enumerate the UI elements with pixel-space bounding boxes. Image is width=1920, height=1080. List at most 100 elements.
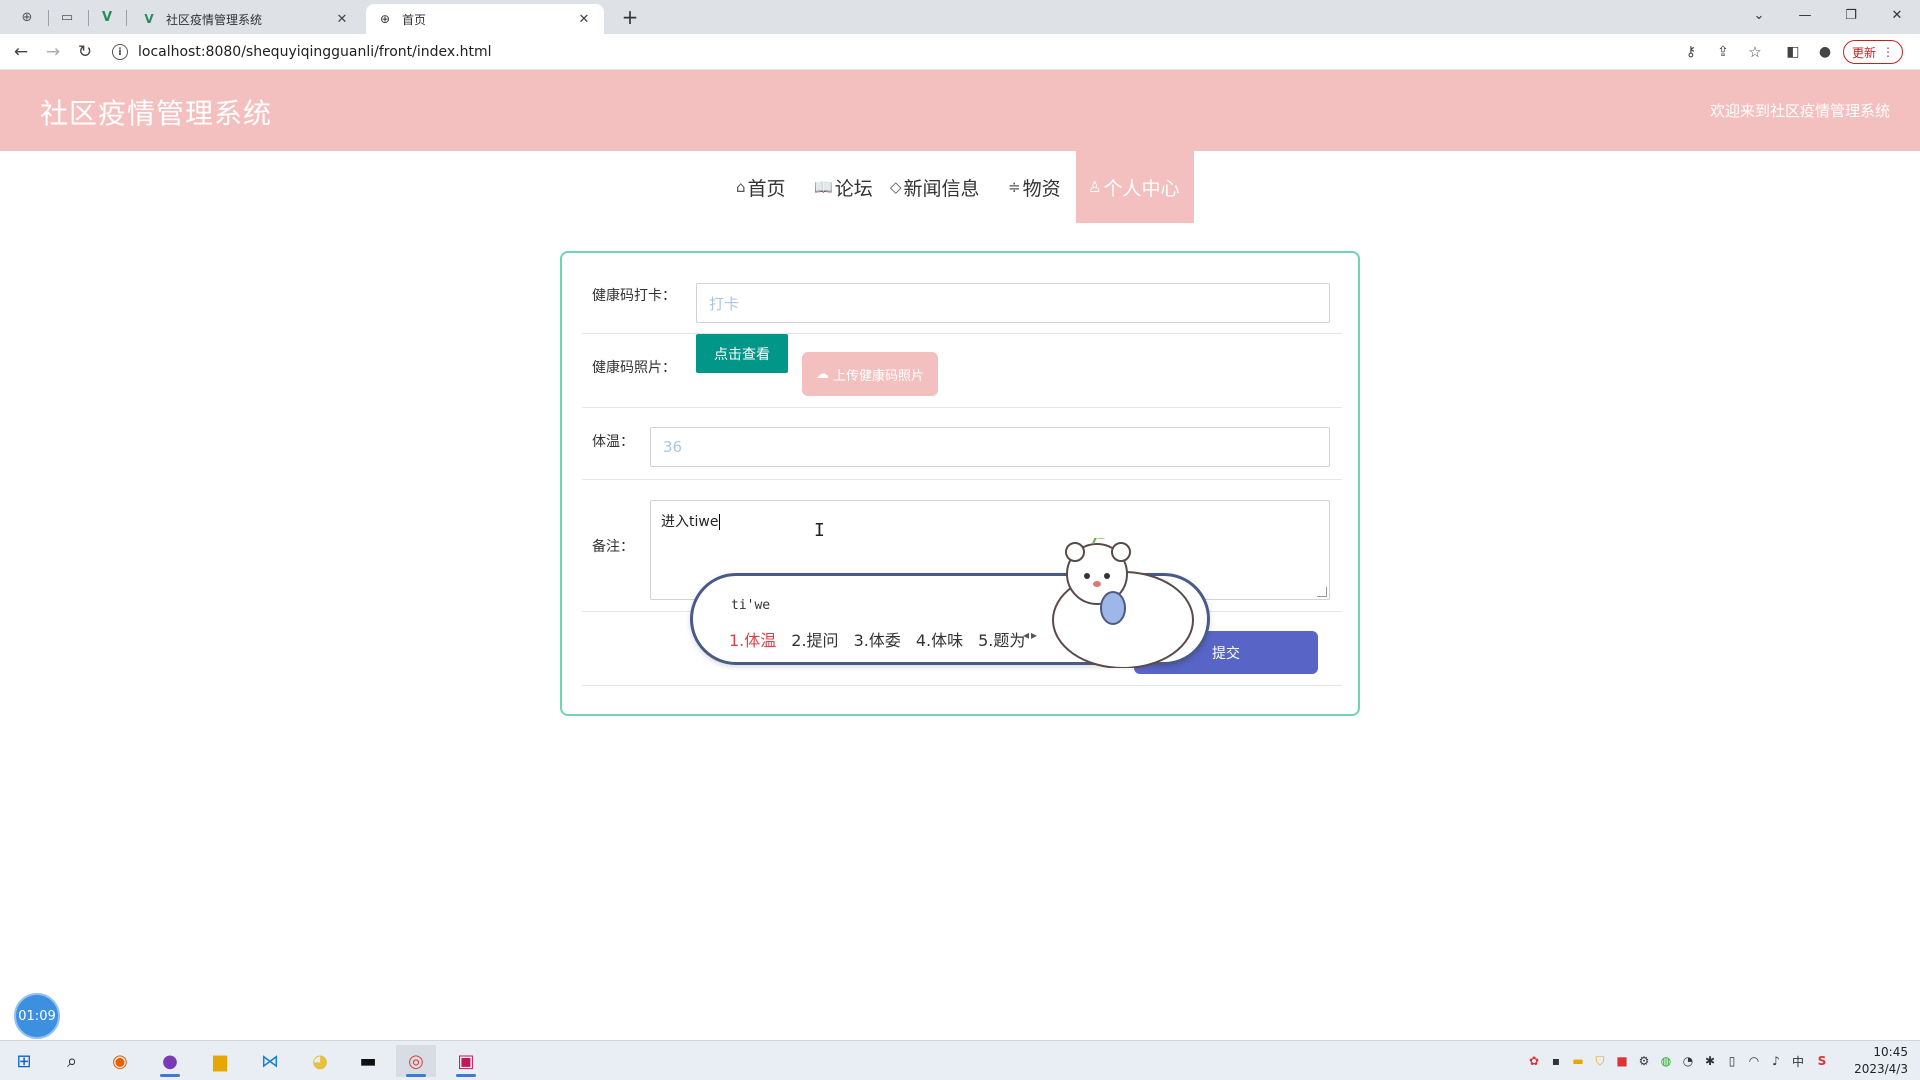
site-title: 社区疫情管理系统 [40,97,273,130]
form-row-photo: 健康码照片： 点击查看 ☁ 上传健康码照片 [582,334,1342,408]
form-row-temperature: 体温： 36 [582,408,1342,480]
photo-label: 健康码照片： [592,360,676,376]
pinned-tab-vue-icon[interactable]: V [94,6,120,28]
taskbar-clock[interactable]: 10:45 2023/4/3 [1854,1044,1908,1078]
minimize-icon[interactable]: — [1782,0,1828,30]
wifi-icon[interactable]: ◠ [1744,1051,1764,1071]
temperature-placeholder: 36 [663,438,683,456]
windows-taskbar: ⊞ ⌕ ◉ ● ▆ ⋈ ◕ ▬ ◎ ▣ ✿ ▪ ▬ ⛉ ■ ⚙ ◍ ◔ ✱ ▯ … [0,1040,1920,1080]
star-icon[interactable]: ☆ [1742,39,1768,65]
nav-item-home[interactable]: ⌂ 首页 [736,151,786,223]
checkin-placeholder: 打卡 [709,294,740,313]
sogou-ime-icon[interactable]: S [1812,1051,1832,1071]
more-icon: ⋮ [1882,45,1894,59]
back-icon[interactable]: ← [8,39,34,65]
ime-candidate[interactable]: 4.体味 [916,627,963,651]
tray-gear-icon[interactable]: ⚙ [1634,1051,1654,1071]
ime-candidate[interactable]: 2.提问 [791,627,838,651]
vscode-icon[interactable]: ⋈ [250,1045,290,1077]
floating-timer[interactable]: 01:09 [14,993,60,1039]
qq-icon[interactable]: ◔ [1678,1051,1698,1071]
key-icon[interactable]: ⚷ [1678,39,1704,65]
nav-label: 个人中心 [1103,177,1180,200]
globe-icon: ⊕ [379,12,391,26]
tray-red-app-icon[interactable]: ■ [1612,1051,1632,1071]
nav-item-news[interactable]: ◇ 新闻信息 [890,151,980,223]
profile-icon[interactable]: ● [1812,39,1838,65]
ime-composition: ti'we [731,598,771,613]
clock-date: 2023/4/3 [1854,1062,1908,1076]
file-explorer-icon[interactable]: ▆ [200,1045,240,1077]
chrome-icon[interactable]: ◎ [396,1045,436,1077]
user-icon: ♙ [1088,178,1102,196]
tray-folder-icon[interactable]: ▬ [1568,1051,1588,1071]
tray-bluetooth-icon[interactable]: ✱ [1700,1051,1720,1071]
text-cursor-icon: I [814,520,825,541]
ime-candidate[interactable]: 5.题为 [978,627,1025,651]
nav-label: 物资 [1022,177,1061,200]
tab-system[interactable]: V 社区疫情管理系统 ✕ [130,4,362,34]
sliders-icon: ≑ [1008,178,1021,196]
volume-icon[interactable]: ♪ [1766,1051,1786,1071]
search-icon[interactable]: ⌕ [52,1045,92,1077]
new-tab-button[interactable]: + [616,5,644,29]
firefox-icon[interactable]: ◉ [100,1045,140,1077]
tray-ide-icon[interactable]: ▪ [1546,1051,1566,1071]
side-panel-icon[interactable]: ◧ [1780,39,1806,65]
tab-home[interactable]: ⊕ 首页 ✕ [366,4,604,34]
intellij-icon[interactable]: ▣ [446,1045,486,1077]
note-label: 备注： [592,539,634,555]
nav-label: 新闻信息 [903,177,980,200]
note-value: 进入tiwe [661,514,719,530]
site-info-icon[interactable]: i [112,44,128,60]
ime-candidate[interactable]: 1.体温 [729,627,776,651]
ime-candidate-window: ti'we 1.体温 2.提问 3.体委 4.体味 5.题为 ◂▸ [690,538,1210,668]
pinned-tab-blank-icon[interactable]: ▭ [54,6,80,28]
share-icon[interactable]: ⇪ [1710,39,1736,65]
app-duck-icon[interactable]: ◕ [300,1045,340,1077]
nav-item-forum[interactable]: 📖 论坛 [814,151,873,223]
tab-title: 首页 [402,12,427,27]
tab-title: 社区疫情管理系统 [166,12,263,27]
welcome-text: 欢迎来到社区疫情管理系统 [1709,102,1890,120]
nav-label: 首页 [747,177,786,200]
restore-icon[interactable]: ❐ [1828,0,1874,30]
nav-item-supplies[interactable]: ≑ 物资 [1008,151,1061,223]
home-icon: ⌂ [736,178,746,196]
windows-start-icon[interactable]: ⊞ [4,1045,44,1077]
pinned-tab-globe-icon[interactable]: ⊕ [14,6,40,28]
update-button[interactable]: 更新 ⋮ [1843,40,1903,64]
upload-photo-button[interactable]: ☁ 上传健康码照片 [802,352,938,396]
close-icon[interactable]: ✕ [334,11,350,27]
checkin-input[interactable]: 打卡 [696,283,1330,323]
main-nav: ⌂ 首页 📖 论坛 ◇ 新闻信息 ≑ 物资 ♙ 个人中心 [0,151,1920,223]
terminal-icon[interactable]: ▬ [348,1045,388,1077]
cloud-upload-icon: ☁ [815,366,829,382]
address-bar[interactable]: i localhost:8080/shequyiqingguanli/front… [112,38,1752,66]
tab-search-icon[interactable]: ⌄ [1736,0,1782,30]
ime-language-indicator[interactable]: 中 [1788,1051,1808,1071]
ime-candidate[interactable]: 3.体委 [854,627,901,651]
temperature-input[interactable]: 36 [650,427,1330,467]
wechat-icon[interactable]: ◍ [1656,1051,1676,1071]
nav-label: 论坛 [834,177,873,200]
clock-time: 10:45 [1873,1045,1908,1059]
usb-icon[interactable]: ▯ [1722,1051,1742,1071]
window-close-icon[interactable]: ✕ [1874,0,1920,30]
ime-bear-mascot-icon [1052,538,1194,668]
tag-icon: ◇ [890,178,902,196]
app-purple-icon[interactable]: ● [150,1045,190,1077]
forward-icon[interactable]: → [40,39,66,65]
update-label: 更新 [1851,45,1876,60]
resize-handle[interactable] [1317,587,1327,597]
ime-candidate-list: 1.体温 2.提问 3.体委 4.体味 5.题为 [729,627,1025,651]
tray-app-icon[interactable]: ✿ [1524,1051,1544,1071]
tray-shield-icon[interactable]: ⛉ [1590,1051,1610,1071]
temperature-label: 体温： [592,434,634,450]
view-photo-button[interactable]: 点击查看 [696,334,788,373]
reload-icon[interactable]: ↻ [72,39,98,65]
nav-item-profile[interactable]: ♙ 个人中心 [1076,151,1194,223]
upload-label: 上传健康码照片 [832,368,924,384]
browser-tab-bar: ⊕ ▭ V V 社区疫情管理系统 ✕ ⊕ 首页 ✕ + ⌄ — ❐ ✕ [0,0,1920,34]
close-icon[interactable]: ✕ [576,11,592,27]
